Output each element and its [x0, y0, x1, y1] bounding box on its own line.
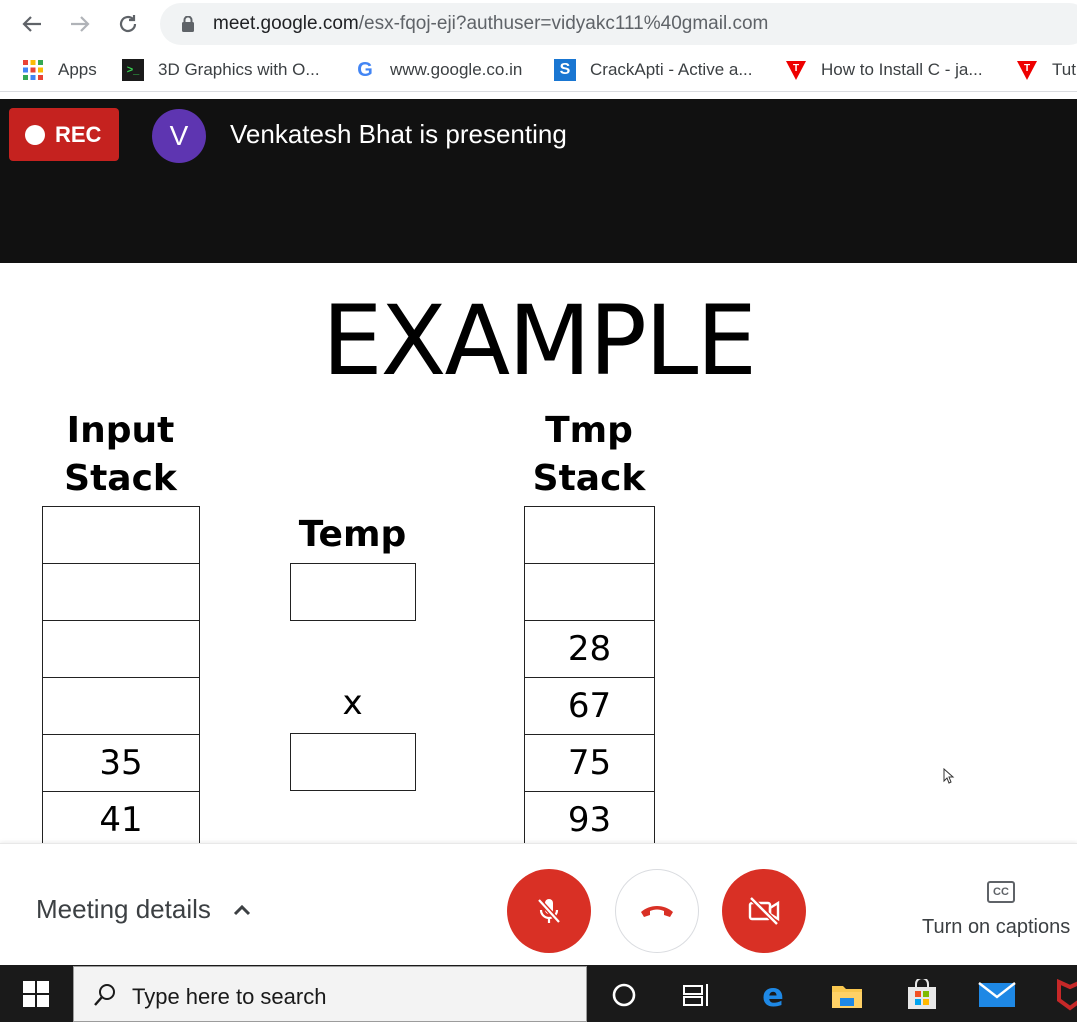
svg-text:T: T: [1024, 63, 1030, 74]
closed-captions-icon: CC: [987, 881, 1015, 903]
bookmark-label: Tut: [1052, 60, 1076, 79]
heading-line: Stack: [64, 458, 177, 499]
camera-off-icon: [748, 896, 780, 926]
windows-taskbar: Type here to search e: [0, 965, 1077, 1022]
x-box: [290, 733, 416, 791]
url-path: /esx-fqoj-eji?authuser=vidyakc111%40gmai…: [358, 13, 769, 34]
camera-toggle-button[interactable]: [722, 869, 806, 953]
record-dot-icon: [25, 124, 45, 145]
url-text: meet.google.com/esx-fqoj-eji?authuser=vi…: [213, 13, 768, 35]
svg-text:T: T: [793, 63, 799, 74]
reload-icon[interactable]: [112, 8, 144, 40]
browser-toolbar: meet.google.com/esx-fqoj-eji?authuser=vi…: [0, 0, 1077, 48]
input-stack-cell: [42, 677, 200, 735]
heading-line: Stack: [532, 458, 646, 499]
task-view-icon[interactable]: [676, 975, 716, 1015]
avatar: V: [152, 109, 206, 163]
mcafee-icon[interactable]: [1050, 975, 1077, 1015]
tmp-stack-cell: 67: [524, 677, 655, 735]
file-explorer-icon[interactable]: [827, 975, 867, 1015]
back-arrow-icon[interactable]: [16, 8, 48, 40]
bookmark-crackapti[interactable]: S CrackApti - Active a...: [554, 58, 753, 82]
crackapti-icon: S: [554, 59, 576, 81]
presenter-bar: REC V Venkatesh Bhat is presenting: [0, 99, 1077, 263]
temp-heading: Temp: [298, 514, 407, 555]
apps-grid-icon: [22, 59, 44, 81]
recording-indicator[interactable]: REC: [9, 108, 119, 161]
taskbar-search-input[interactable]: Type here to search: [73, 966, 587, 1022]
presenter-status: Venkatesh Bhat is presenting: [230, 119, 567, 149]
chevron-up-icon: [233, 904, 250, 915]
input-stack-heading: Input Stack: [42, 407, 199, 503]
tmp-stack-cell: [524, 563, 655, 621]
temp-box: [290, 563, 416, 621]
input-stack-cell: 35: [42, 734, 200, 792]
bookmark-google[interactable]: G www.google.co.in: [354, 58, 522, 82]
bookmark-label: 3D Graphics with O...: [158, 60, 320, 79]
heading-line: Tmp: [545, 410, 633, 451]
bookmarks-bar: Apps >_ 3D Graphics with O... G www.goog…: [0, 48, 1077, 92]
bookmark-install-c[interactable]: T How to Install C - ja...: [785, 58, 983, 82]
tutorial-icon: T: [1016, 59, 1038, 81]
bookmark-tut[interactable]: T Tut: [1016, 58, 1076, 82]
mic-toggle-button[interactable]: [507, 869, 591, 953]
input-stack-cell: 41: [42, 791, 200, 843]
cortana-icon[interactable]: [604, 975, 644, 1015]
tmp-stack-cell: 28: [524, 620, 655, 678]
lock-icon: [182, 16, 194, 32]
rec-label: REC: [55, 121, 102, 147]
tmp-stack-heading: Tmp Stack: [524, 407, 654, 503]
captions-button[interactable]: CC Turn on captions: [922, 874, 1077, 939]
tutorial-icon: T: [785, 59, 807, 81]
edge-browser-icon[interactable]: e: [753, 975, 793, 1015]
avatar-letter: V: [169, 120, 189, 151]
input-stack-cell: [42, 563, 200, 621]
bookmark-apps[interactable]: Apps: [22, 58, 97, 82]
bookmark-3d-graphics[interactable]: >_ 3D Graphics with O...: [122, 58, 320, 82]
x-label: x: [342, 683, 363, 723]
heading-line: Input: [66, 410, 175, 451]
windows-start-button[interactable]: [0, 965, 72, 1022]
search-placeholder: Type here to search: [132, 984, 327, 1009]
input-stack-cell: [42, 620, 200, 678]
hackerrank-icon: >_: [122, 59, 144, 81]
tmp-stack-cell: 75: [524, 734, 655, 792]
mic-off-icon: [537, 898, 561, 924]
meeting-details-label: Meeting details: [36, 894, 211, 924]
windows-logo-icon: [23, 980, 49, 1007]
search-icon: [94, 984, 115, 1006]
hang-up-button[interactable]: [615, 869, 699, 953]
url-host: meet.google.com: [213, 13, 359, 34]
presented-slide: EXAMPLE Input Stack 35 41 Temp x Tmp Sta…: [0, 263, 1077, 843]
store-icon[interactable]: [902, 975, 942, 1015]
forward-arrow-icon[interactable]: [64, 8, 96, 40]
bookmark-label: www.google.co.in: [390, 60, 523, 79]
mail-icon[interactable]: [977, 975, 1017, 1015]
meeting-details-button[interactable]: Meeting details: [36, 894, 253, 925]
google-icon: G: [357, 58, 373, 81]
tmp-stack-cell: 93: [524, 791, 655, 843]
input-stack-cell: [42, 506, 200, 564]
tmp-stack-cell: [524, 506, 655, 564]
bookmark-label: CrackApti - Active a...: [590, 60, 753, 79]
bookmark-label: Apps: [58, 60, 97, 79]
call-controls-bar: Meeting details CC Turn on captions: [0, 843, 1077, 965]
slide-title: EXAMPLE: [322, 285, 757, 397]
mouse-cursor-icon: [943, 768, 955, 784]
bookmark-label: How to Install C - ja...: [821, 60, 983, 79]
phone-hangup-icon: [641, 906, 673, 917]
svg-text:e: e: [762, 979, 784, 1011]
captions-label: Turn on captions: [922, 916, 1071, 938]
address-bar[interactable]: meet.google.com/esx-fqoj-eji?authuser=vi…: [160, 3, 1077, 45]
